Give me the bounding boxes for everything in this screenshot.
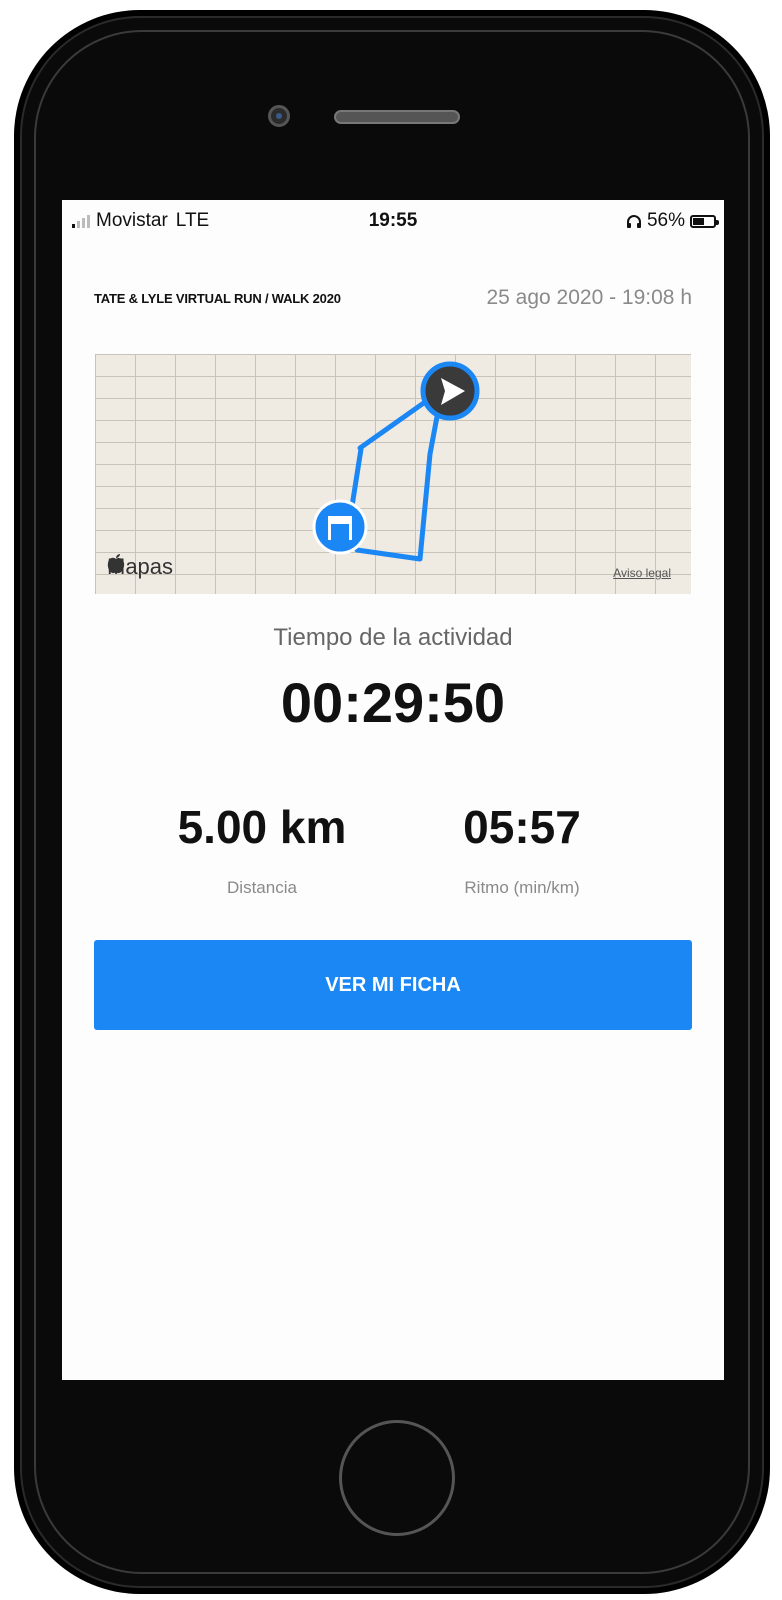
activity-header: TATE & LYLE VIRTUAL RUN / WALK 2020 25 a… xyxy=(94,286,692,316)
apple-icon xyxy=(107,554,125,574)
distance-value: 5.00 km xyxy=(177,801,347,853)
home-button[interactable] xyxy=(339,1420,455,1536)
status-time: 19:55 xyxy=(368,210,418,231)
activity-time-label: Tiempo de la actividad xyxy=(273,624,513,651)
route-map[interactable]: Mapas Aviso legal xyxy=(95,354,691,594)
event-title: TATE & LYLE VIRTUAL RUN / WALK 2020 xyxy=(94,291,341,306)
status-right: 56% xyxy=(626,210,719,232)
battery-percent: 56% xyxy=(646,210,685,231)
activity-time-value: 00:29:50 xyxy=(280,671,506,734)
maps-logo: Mapas xyxy=(107,554,173,580)
earpiece-speaker xyxy=(334,110,460,124)
distance-label: Distancia xyxy=(227,878,297,897)
status-bar: Movistar LTE 19:55 56% xyxy=(62,200,724,240)
route-overlay xyxy=(312,361,480,562)
app-screen: Movistar LTE 19:55 56% TATE & LYLE VIRTU… xyxy=(62,200,724,1380)
battery-level-fill xyxy=(693,217,704,225)
pace-value: 05:57 xyxy=(463,801,581,853)
legal-notice-link[interactable]: Aviso legal xyxy=(613,566,671,580)
pace-label: Ritmo (min/km) xyxy=(464,878,580,897)
view-my-record-button[interactable]: VER MI FICHA xyxy=(94,940,692,1030)
start-arrow-icon xyxy=(420,361,480,421)
headphones-icon xyxy=(626,214,641,228)
front-camera xyxy=(268,105,290,127)
pace-stat: 05:57 Ritmo (min/km) xyxy=(382,800,662,898)
distance-stat: 5.00 km Distancia xyxy=(122,800,402,898)
finish-flag-icon xyxy=(312,499,368,555)
activity-date: 25 ago 2020 - 19:08 h xyxy=(486,286,692,309)
battery-icon xyxy=(690,214,719,228)
